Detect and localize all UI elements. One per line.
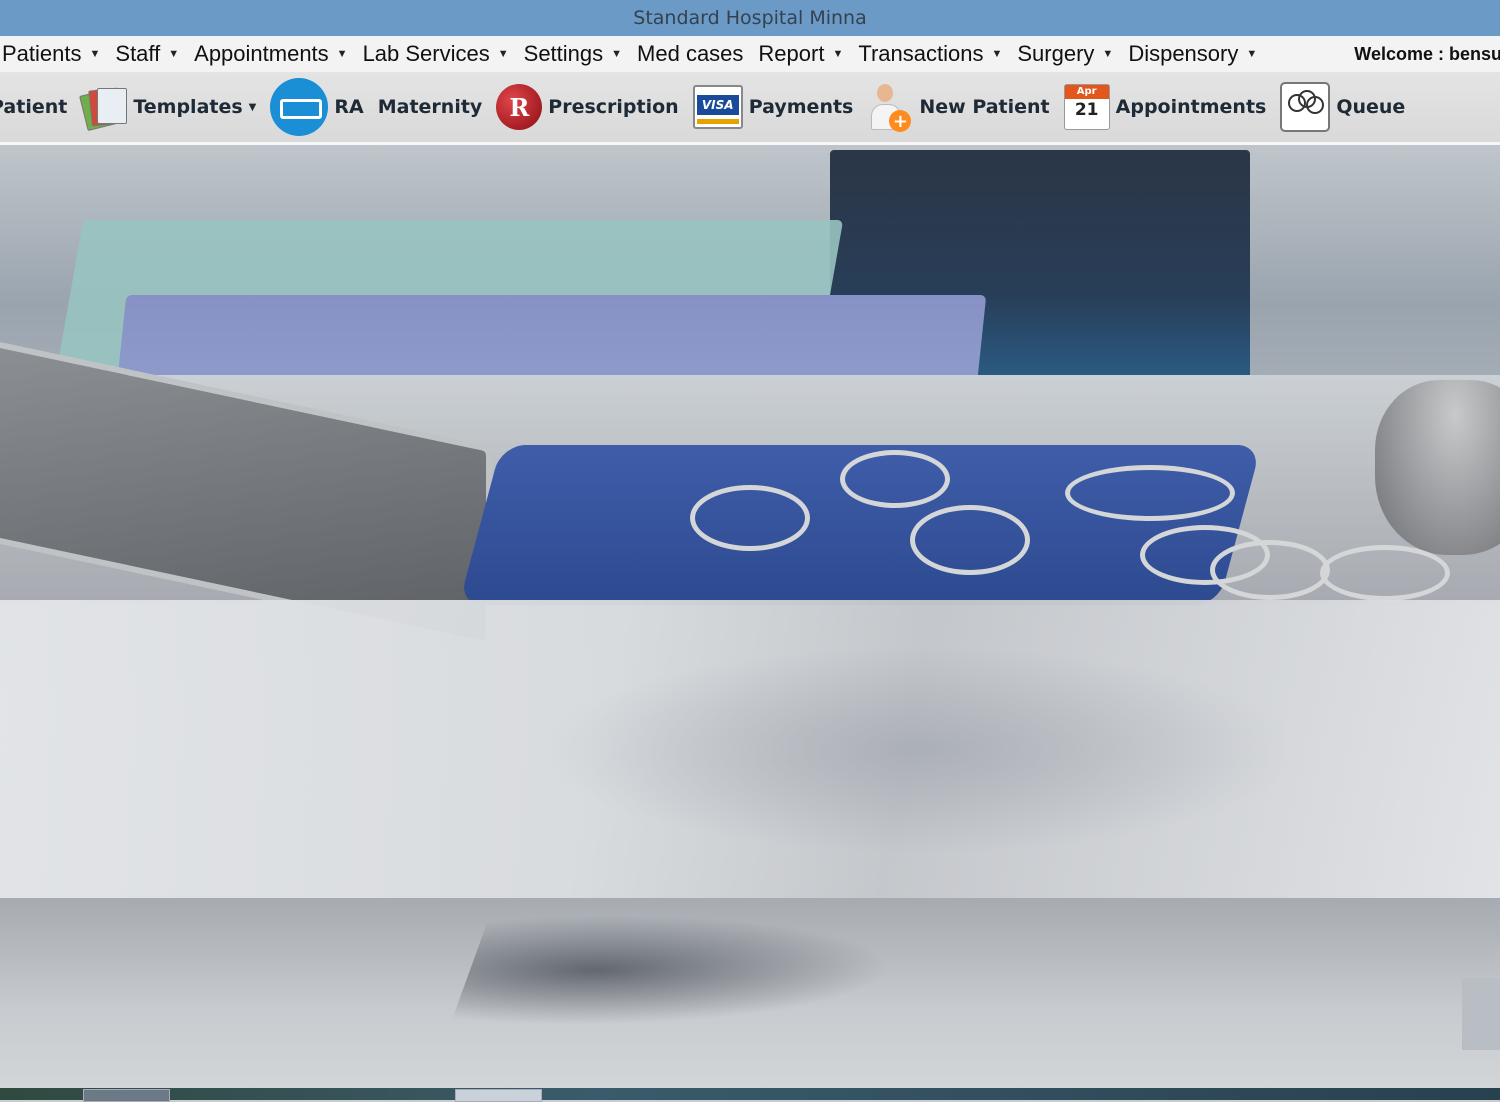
toolbar-label: Prescription [548, 96, 679, 118]
templates-icon [79, 84, 128, 132]
toolbar-label: Queue [1336, 96, 1406, 118]
caret-down-icon: ▼ [336, 48, 348, 60]
menu-label: Transactions [858, 41, 984, 66]
menu-label: Surgery [1017, 41, 1095, 66]
taskbar-button[interactable] [83, 1089, 170, 1102]
toolbar: Patient Templates ▼ RA Maternity R Prescr… [0, 72, 1500, 145]
caret-down-icon: ▼ [611, 48, 623, 60]
menu-dispensory[interactable]: Dispensory ▼ [1126, 36, 1257, 72]
toolbar-label: Maternity [377, 96, 483, 118]
caret-down-icon: ▼ [991, 48, 1003, 60]
scroll-handle[interactable] [1462, 978, 1500, 1050]
caret-down-icon: ▼ [1246, 48, 1258, 60]
plus-glyph: + [889, 110, 912, 132]
menu-surgery[interactable]: Surgery ▼ [1015, 36, 1113, 72]
menu-lab-services[interactable]: Lab Services ▼ [361, 36, 509, 72]
visa-card-icon: VISA [692, 85, 743, 129]
calendar-month: Apr [1064, 85, 1109, 99]
caret-down-icon: ▼ [497, 48, 509, 60]
window-title: Standard Hospital Minna [633, 7, 867, 29]
caret-down-icon: ▼ [1102, 48, 1114, 60]
toolbar-payments[interactable]: VISA Payments [692, 72, 854, 142]
menu-med-cases[interactable]: Med cases [635, 36, 743, 72]
bed-icon [270, 78, 329, 136]
taskbar-button[interactable] [455, 1089, 542, 1102]
toolbar-label: RA [334, 96, 364, 118]
menu-appointments[interactable]: Appointments ▼ [192, 36, 347, 72]
add-user-icon: + [867, 82, 913, 132]
caret-down-icon: ▼ [89, 48, 101, 60]
menu-label: Staff [115, 41, 161, 66]
toolbar-label: Templates [133, 96, 243, 118]
caret-down-icon: ▼ [248, 101, 257, 113]
welcome-user-text: Welcome : bensu [1354, 43, 1500, 64]
menu-bar: Patients ▼ Staff ▼ Appointments ▼ Lab Servi… [0, 36, 1500, 73]
menu-label: Med cases [637, 41, 744, 66]
toolbar-appointments[interactable]: Apr 21 Appointments [1063, 72, 1267, 142]
menu-label: Appointments [194, 41, 329, 66]
menu-label: Patients [2, 41, 82, 66]
toolbar-queue[interactable]: Queue [1280, 72, 1405, 142]
window-titlebar: Standard Hospital Minna [0, 0, 1500, 36]
toolbar-label: Patient [0, 96, 68, 118]
taskbar [0, 1088, 1500, 1100]
menu-transactions[interactable]: Transactions ▼ [856, 36, 1002, 72]
toolbar-label: Payments [748, 96, 854, 118]
menu-label: Lab Services [362, 41, 490, 66]
calendar-icon: Apr 21 [1063, 84, 1110, 130]
menu-label: Dispensory [1128, 41, 1239, 66]
menu-settings[interactable]: Settings ▼ [522, 36, 622, 72]
toolbar-maternity[interactable]: Maternity [378, 72, 483, 142]
menu-staff[interactable]: Staff ▼ [113, 36, 179, 72]
menu-label: Report [758, 41, 825, 66]
toolbar-ra[interactable]: RA [270, 72, 364, 142]
toolbar-patient[interactable]: Patient [0, 72, 67, 142]
visa-text: VISA [696, 95, 739, 115]
toolbar-prescription[interactable]: R Prescription [496, 72, 679, 142]
menu-label: Settings [523, 41, 604, 66]
calendar-day: 21 [1074, 100, 1099, 120]
toolbar-label: Appointments [1115, 96, 1267, 118]
rx-glyph: R [509, 92, 530, 122]
caret-down-icon: ▼ [168, 48, 180, 60]
menu-report[interactable]: Report ▼ [756, 36, 843, 72]
toolbar-label: New Patient [919, 96, 1050, 118]
rx-icon: R [496, 84, 543, 130]
toolbar-templates[interactable]: Templates ▼ [79, 72, 257, 142]
background-surgical-photo [0, 145, 1500, 1088]
menu-patients[interactable]: Patients ▼ [0, 36, 100, 72]
users-group-icon [1280, 82, 1331, 132]
toolbar-new-patient[interactable]: + New Patient [867, 72, 1050, 142]
caret-down-icon: ▼ [832, 48, 844, 60]
